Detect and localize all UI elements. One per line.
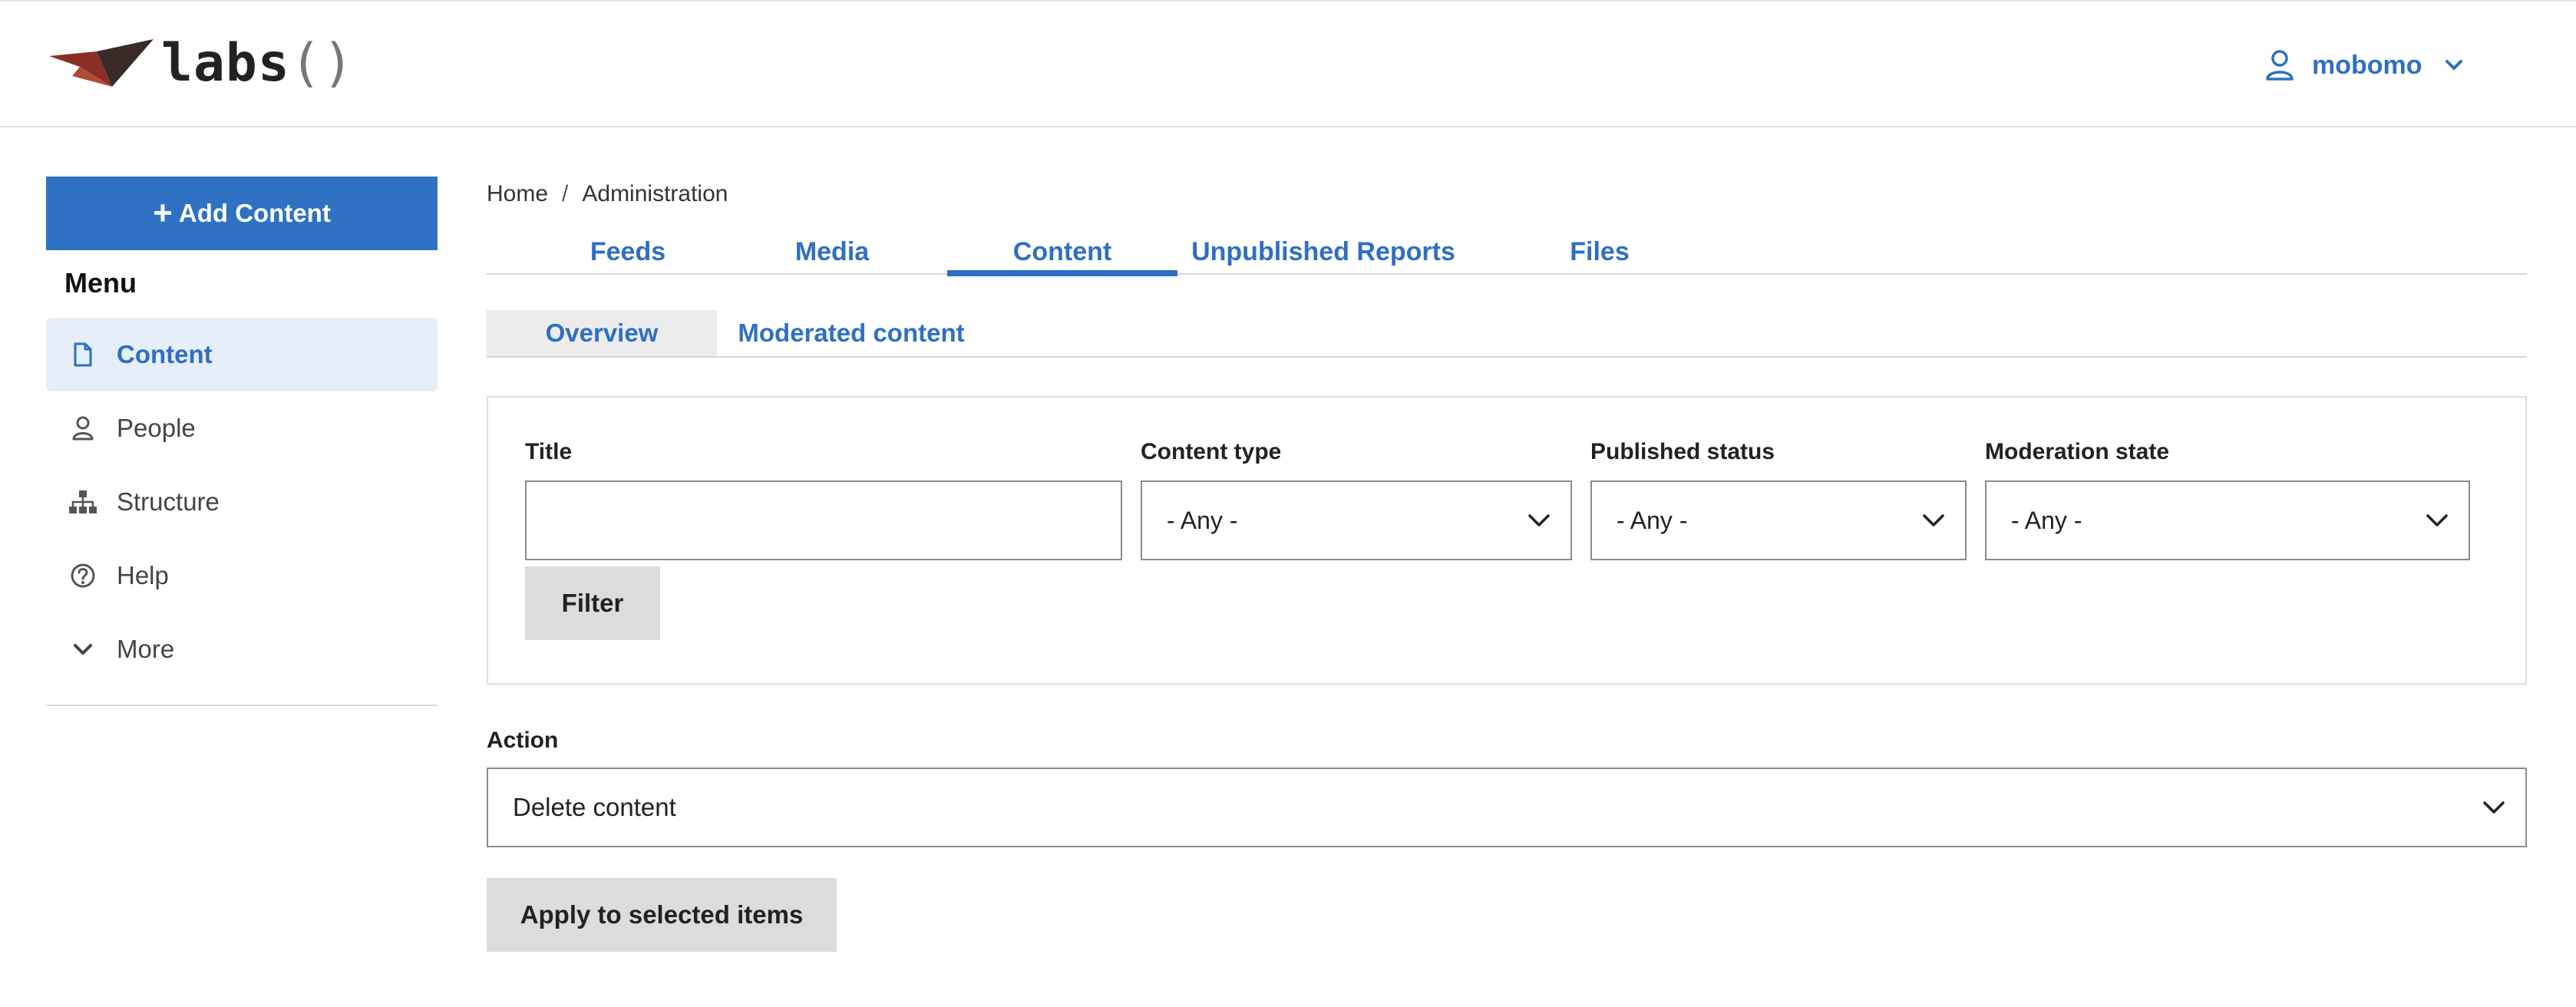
title-filter-label: Title: [525, 439, 573, 464]
breadcrumb-separator: /: [562, 181, 569, 206]
moderation-state-value: - Any -: [2011, 506, 2082, 534]
tab-feeds[interactable]: Feeds: [533, 229, 723, 275]
chevron-down-icon: [1528, 514, 1550, 527]
user-name: mobomo: [2312, 50, 2422, 80]
site-header: labs() mobomo: [0, 0, 2576, 127]
subtab-moderated-content[interactable]: Moderated content: [717, 310, 986, 356]
sidebar-item-label: People: [117, 414, 196, 442]
logo-text: labs: [161, 32, 290, 94]
primary-tabs: Feeds Media Content Unpublished Reports …: [487, 229, 2527, 276]
filter-button[interactable]: Filter: [525, 566, 660, 640]
sidebar-item-label: Structure: [117, 487, 220, 516]
title-filter-input[interactable]: [525, 480, 1122, 560]
sidebar-item-label: More: [117, 635, 175, 663]
tab-content[interactable]: Content: [947, 229, 1177, 276]
breadcrumb-home[interactable]: Home: [487, 181, 548, 207]
tab-media[interactable]: Media: [717, 229, 947, 275]
bird-logo-icon: [49, 39, 154, 87]
tab-label: Files: [1570, 236, 1630, 266]
published-status-select[interactable]: - Any -: [1590, 480, 1967, 560]
tab-label: Media: [794, 236, 870, 266]
chevron-down-icon: [2445, 60, 2462, 70]
site-logo[interactable]: labs(): [49, 32, 355, 94]
action-value: Delete content: [513, 793, 676, 821]
moderation-state-select[interactable]: - Any -: [1985, 480, 2470, 560]
moderation-state-label: Moderation state: [1985, 439, 2170, 464]
help-icon: [68, 560, 98, 591]
chevron-down-icon: [1923, 514, 1944, 527]
content-type-value: - Any -: [1167, 506, 1238, 534]
breadcrumb-administration[interactable]: Administration: [582, 181, 728, 207]
add-content-label: Add Content: [178, 199, 331, 227]
action-select[interactable]: Delete content: [487, 768, 2527, 847]
sidebar-divider: [46, 705, 438, 706]
sidebar-item-label: Help: [117, 561, 169, 589]
sidebar-item-structure[interactable]: Structure: [46, 465, 438, 539]
user-menu[interactable]: mobomo: [2264, 46, 2465, 84]
subtab-label: Overview: [545, 319, 659, 347]
sidebar-item-people[interactable]: People: [46, 391, 438, 465]
chevron-down-icon: [2483, 801, 2505, 814]
secondary-tabs: Overview Moderated content: [487, 310, 2527, 358]
tab-unpublished-reports[interactable]: Unpublished Reports: [1185, 229, 1461, 275]
sidebar-item-content[interactable]: Content: [46, 318, 438, 391]
action-label: Action: [487, 728, 559, 753]
plus-icon: +: [153, 194, 173, 232]
published-status-label: Published status: [1590, 439, 1775, 464]
sidebar-item-help[interactable]: Help: [46, 539, 438, 612]
subtab-label: Moderated content: [738, 319, 965, 347]
person-icon: [68, 413, 98, 444]
tab-files[interactable]: Files: [1523, 229, 1676, 275]
published-status-value: - Any -: [1617, 506, 1688, 534]
logo-paren: (): [289, 32, 355, 94]
subtab-overview[interactable]: Overview: [487, 310, 717, 356]
user-icon: [2266, 50, 2294, 81]
sidebar-item-label: Content: [117, 340, 213, 368]
add-content-button[interactable]: + Add Content: [46, 177, 438, 250]
chevron-down-icon: [2426, 514, 2448, 527]
apply-to-selected-button[interactable]: Apply to selected items: [487, 878, 837, 952]
tab-label: Unpublished Reports: [1191, 236, 1455, 266]
breadcrumb: Home / Administration: [487, 181, 728, 207]
sidebar-item-more[interactable]: More: [46, 612, 438, 686]
chevron-down-icon: [68, 634, 98, 665]
document-icon: [68, 339, 98, 370]
content-type-select[interactable]: - Any -: [1141, 480, 1572, 560]
menu-title: Menu: [64, 267, 137, 299]
tab-label: Feeds: [590, 236, 666, 266]
sitemap-icon: [68, 487, 98, 517]
content-type-label: Content type: [1141, 439, 1282, 464]
tab-label: Content: [1012, 236, 1112, 266]
